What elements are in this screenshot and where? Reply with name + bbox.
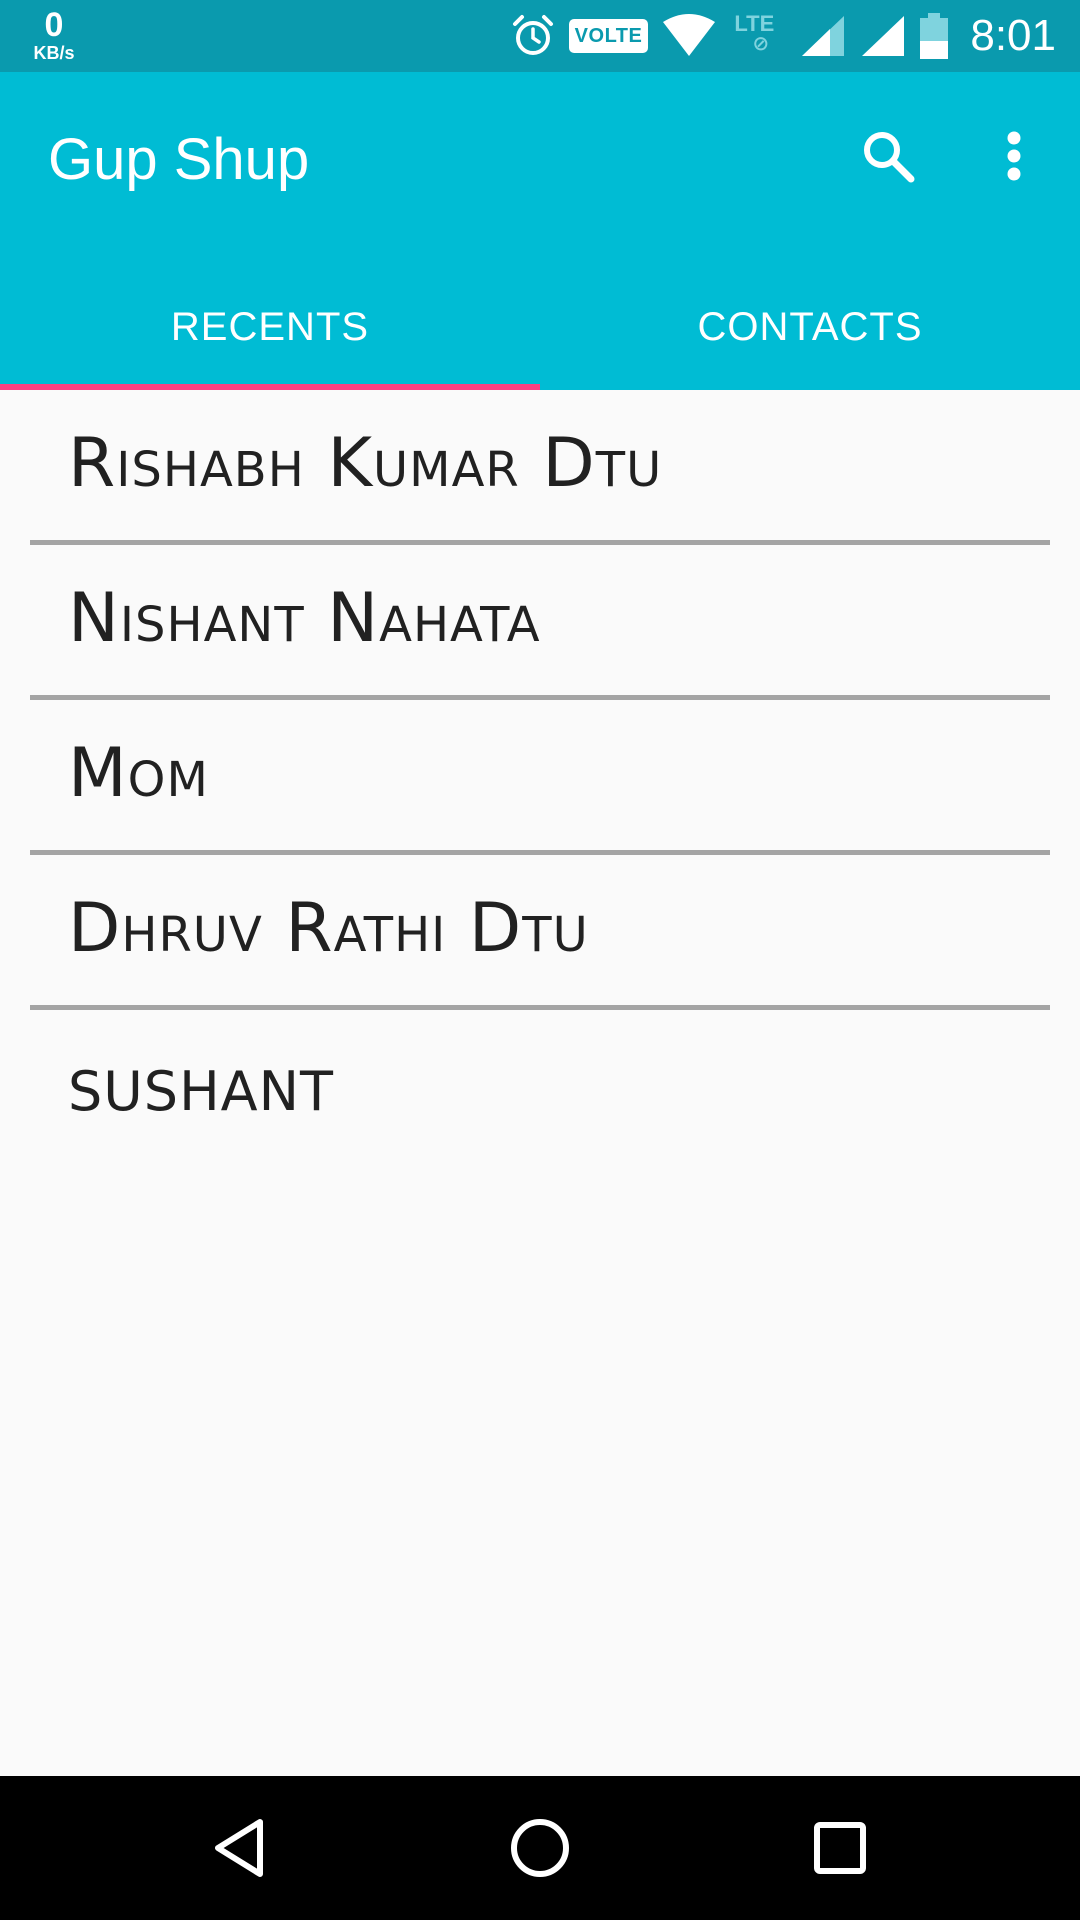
- contact-name: Mom: [68, 734, 209, 813]
- alarm-icon: [511, 14, 555, 58]
- battery-icon: [920, 13, 949, 59]
- lte-icon: LTE ⊘: [730, 11, 786, 61]
- recent-apps-icon: [814, 1822, 866, 1874]
- home-button[interactable]: [504, 1812, 576, 1884]
- app-title: Gup Shup: [48, 127, 310, 192]
- search-button[interactable]: [856, 124, 920, 188]
- contact-name: SUSHANT: [68, 1060, 335, 1123]
- list-item[interactable]: Nishant Nahata: [0, 545, 1080, 700]
- list-item[interactable]: Rishabh Kumar Dtu: [0, 390, 1080, 545]
- search-icon: [864, 132, 915, 183]
- signal-icon: [800, 14, 846, 58]
- navigation-bar: [0, 1776, 1080, 1920]
- list-item[interactable]: Mom: [0, 700, 1080, 855]
- no-data-icon: ⊘: [752, 33, 770, 55]
- more-vert-icon: [1007, 131, 1021, 181]
- contact-name: Rishabh Kumar Dtu: [68, 424, 663, 503]
- volte-icon: VOLTE: [568, 19, 649, 53]
- network-speed-value: 0: [44, 6, 64, 44]
- recent-apps-button[interactable]: [804, 1812, 876, 1884]
- contact-name: Dhruv Rathi Dtu: [68, 889, 589, 968]
- wifi-icon: [662, 14, 716, 58]
- list-item[interactable]: Dhruv Rathi Dtu: [0, 855, 1080, 1010]
- recents-list: Rishabh Kumar Dtu Nishant Nahata Mom Dhr…: [0, 390, 1080, 1165]
- status-time: 8:01: [970, 11, 1056, 60]
- tab-recents[interactable]: RECENTS: [0, 268, 540, 386]
- back-icon: [215, 1819, 263, 1877]
- status-bar: 0 KB/s VOLTE LTE ⊘ 8:01: [0, 0, 1080, 72]
- tab-contacts[interactable]: CONTACTS: [540, 268, 1080, 386]
- app-bar: Gup Shup RECENTS CONTACTS: [0, 72, 1080, 390]
- contact-name: Nishant Nahata: [68, 579, 541, 658]
- overflow-menu-button[interactable]: [984, 124, 1044, 188]
- list-item[interactable]: SUSHANT: [0, 1010, 1080, 1165]
- signal-icon: [860, 14, 906, 58]
- home-icon: [511, 1819, 569, 1877]
- back-button[interactable]: [204, 1812, 276, 1884]
- network-speed: 0 KB/s: [24, 8, 84, 62]
- network-speed-unit: KB/s: [33, 43, 75, 63]
